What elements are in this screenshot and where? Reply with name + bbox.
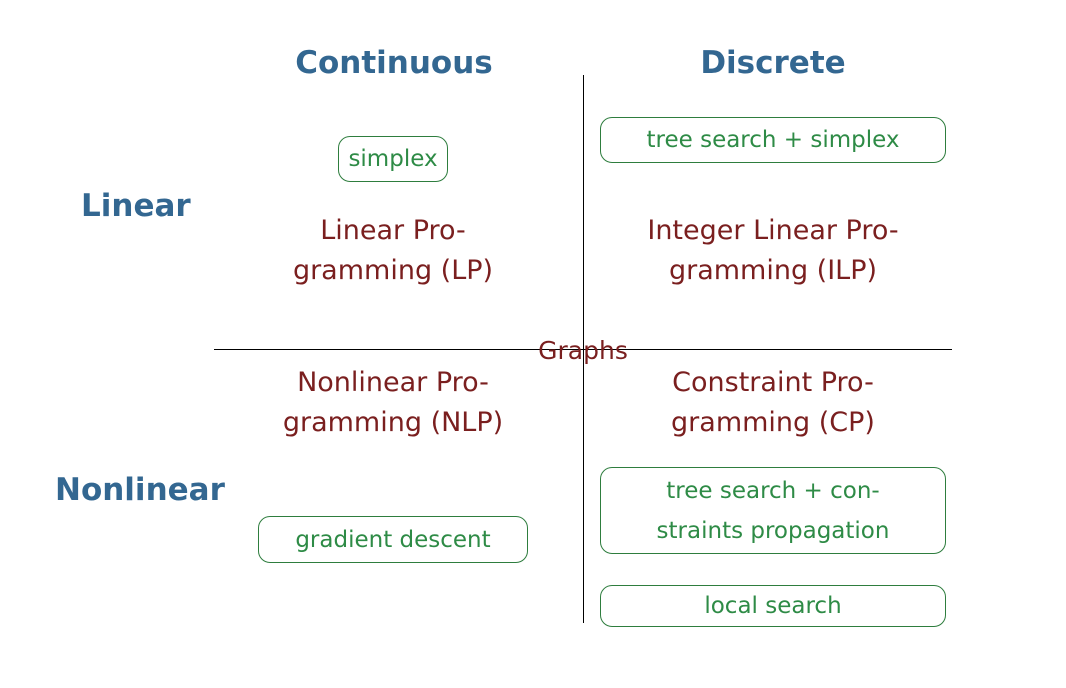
quadrant-nlp: Nonlinear Pro- gramming (NLP): [283, 363, 503, 443]
method-local-search-label: local search: [704, 593, 842, 619]
method-tree-search-constraints-line1: tree search + con-: [666, 477, 880, 504]
method-box-simplex: simplex: [338, 136, 448, 182]
quadrant-lp-line2: gramming (LP): [292, 255, 494, 286]
quadrant-nlp-line2: gramming (NLP): [282, 407, 504, 438]
center-label-graphs: Graphs: [538, 336, 628, 365]
quadrant-ilp-line2: gramming (ILP): [668, 255, 878, 286]
quadrant-ilp: Integer Linear Pro- gramming (ILP): [647, 211, 898, 291]
method-box-gradient-descent: gradient descent: [258, 516, 528, 563]
quadrant-ilp-line1: Integer Linear Pro-: [647, 215, 899, 246]
quadrant-cp-line2: gramming (CP): [671, 407, 875, 438]
method-box-tree-search-constraints: tree search + con- straints propagation: [600, 467, 946, 554]
quadrant-nlp-line1: Nonlinear Pro-: [297, 367, 489, 398]
method-tree-search-constraints-line2: straints propagation: [656, 517, 890, 544]
column-header-discrete: Discrete: [700, 45, 846, 81]
row-header-linear: Linear: [81, 188, 191, 224]
row-header-nonlinear: Nonlinear: [55, 472, 225, 508]
method-box-tree-search-simplex: tree search + simplex: [600, 117, 946, 163]
quadrant-cp-line1: Constraint Pro-: [672, 367, 874, 398]
quadrant-cp: Constraint Pro- gramming (CP): [671, 363, 875, 443]
method-gradient-descent-label: gradient descent: [295, 526, 491, 553]
method-box-local-search: local search: [600, 585, 946, 627]
method-simplex-label: simplex: [348, 146, 438, 172]
column-header-continuous: Continuous: [295, 45, 493, 81]
method-tree-search-simplex-label: tree search + simplex: [646, 127, 900, 153]
quadrant-lp: Linear Pro- gramming (LP): [293, 211, 493, 291]
quadrant-lp-line1: Linear Pro-: [320, 215, 466, 246]
